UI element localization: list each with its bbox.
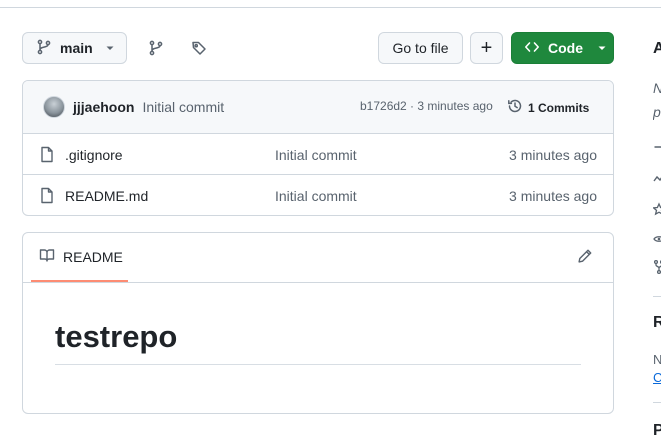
table-row[interactable]: README.md Initial commit 3 minutes ago — [23, 175, 613, 215]
plus-icon: + — [480, 37, 493, 59]
sidebar-divider — [653, 402, 661, 403]
eye-icon[interactable] — [653, 231, 661, 250]
commit-meta[interactable]: b1726d2 · 3 minutes ago — [360, 99, 493, 113]
file-commit-age: 3 minutes ago — [509, 188, 597, 204]
avatar[interactable] — [43, 96, 65, 118]
heading-divider — [55, 364, 581, 365]
about-description: N — [653, 80, 661, 96]
code-icon — [524, 39, 540, 58]
history-icon — [507, 98, 523, 117]
latest-commit-bar: jjjaehoon Initial commit b1726d2 · 3 min… — [23, 81, 613, 134]
right-sidebar: A N p R N C P — [653, 0, 661, 445]
chevron-down-icon — [105, 40, 115, 56]
packages-heading[interactable]: P — [653, 422, 661, 440]
file-commit-age: 3 minutes ago — [509, 147, 597, 163]
releases-heading[interactable]: R — [653, 314, 661, 332]
commit-author[interactable]: jjjaehoon — [73, 99, 134, 115]
about-heading: A — [653, 40, 661, 57]
readme-tab-label: README — [63, 248, 123, 265]
go-to-file-button[interactable]: Go to file — [378, 32, 463, 64]
pencil-icon[interactable] — [577, 248, 593, 267]
readme-panel: README testrepo — [22, 232, 614, 414]
book-icon[interactable] — [653, 144, 661, 163]
add-file-button[interactable]: + — [470, 32, 503, 64]
top-divider — [0, 7, 661, 8]
branch-name: main — [60, 40, 93, 56]
sidebar-divider — [653, 296, 661, 297]
file-name[interactable]: .gitignore — [65, 147, 123, 163]
file-icon — [39, 146, 55, 166]
git-branch-icon — [36, 39, 52, 58]
commit-history-link[interactable]: 1 Commits — [507, 98, 589, 117]
book-icon — [39, 247, 55, 266]
commit-message[interactable]: Initial commit — [142, 99, 224, 115]
branch-selector-button[interactable]: main — [22, 32, 127, 64]
file-icon — [39, 187, 55, 207]
code-button[interactable]: Code — [511, 32, 614, 64]
file-table: jjjaehoon Initial commit b1726d2 · 3 min… — [22, 80, 614, 216]
about-description-line-2: p — [653, 104, 661, 120]
star-icon[interactable] — [653, 202, 661, 221]
table-row[interactable]: .gitignore Initial commit 3 minutes ago — [23, 134, 613, 175]
branches-link-icon[interactable] — [144, 36, 168, 60]
fork-icon[interactable] — [653, 259, 661, 278]
releases-text: N — [653, 352, 661, 367]
file-name[interactable]: README.md — [65, 188, 148, 204]
tab-readme[interactable]: README — [31, 233, 128, 282]
tag-icon[interactable] — [187, 36, 211, 60]
create-release-link[interactable]: C — [653, 370, 661, 385]
file-commit-message[interactable]: Initial commit — [275, 147, 357, 163]
code-button-label: Code — [548, 40, 583, 56]
readme-heading: testrepo — [55, 319, 178, 354]
readme-header: README — [23, 233, 613, 283]
chevron-down-icon — [597, 40, 607, 56]
commit-count: 1 Commits — [528, 100, 590, 115]
activity-icon[interactable] — [653, 170, 661, 189]
file-commit-message[interactable]: Initial commit — [275, 188, 357, 204]
